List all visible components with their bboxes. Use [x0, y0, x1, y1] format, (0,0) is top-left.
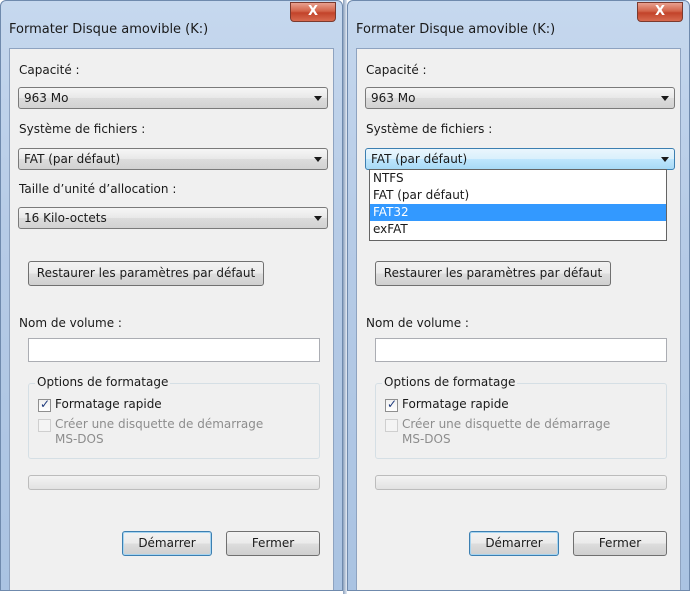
capacity-value: 963 Mo — [24, 91, 69, 105]
capacity-select[interactable]: 963 Mo — [365, 87, 675, 109]
chevron-down-icon — [314, 216, 322, 221]
capacity-label: Capacité : — [19, 63, 80, 77]
volume-name-input[interactable] — [375, 338, 667, 362]
format-progress-bar — [28, 475, 320, 490]
filesystem-dropdown-list[interactable]: NTFS FAT (par défaut) FAT32 exFAT — [369, 169, 667, 241]
filesystem-select[interactable]: FAT (par défaut) — [365, 148, 675, 170]
start-button[interactable]: Démarrer — [122, 531, 212, 556]
capacity-value: 963 Mo — [371, 91, 416, 105]
msdos-boot-checkbox — [38, 419, 51, 432]
chevron-down-icon — [661, 96, 669, 101]
chevron-down-icon — [661, 157, 669, 162]
start-button[interactable]: Démarrer — [469, 531, 559, 556]
restore-defaults-button[interactable]: Restaurer les paramètres par défaut — [375, 261, 611, 286]
format-options-group: Options de formatage Formatage rapide Cr… — [375, 375, 667, 459]
format-dialog-right: Formater Disque amovible (K:) X Capacité… — [347, 0, 690, 591]
title-bar[interactable]: Formater Disque amovible (K:) X — [1, 1, 342, 41]
close-button[interactable]: Fermer — [573, 531, 667, 556]
allocation-unit-label: Taille d’unité d’allocation : — [19, 182, 177, 196]
format-options-group: Options de formatage Formatage rapide Cr… — [28, 375, 320, 459]
chevron-down-icon — [314, 96, 322, 101]
capacity-select[interactable]: 963 Mo — [18, 87, 328, 109]
volume-name-label: Nom de volume : — [366, 316, 469, 330]
format-progress-bar — [375, 475, 667, 490]
volume-name-label: Nom de volume : — [19, 316, 122, 330]
window-close-button[interactable]: X — [637, 2, 683, 22]
restore-defaults-button[interactable]: Restaurer les paramètres par défaut — [28, 261, 264, 286]
format-options-legend: Options de formatage — [35, 375, 171, 389]
format-options-legend: Options de formatage — [382, 375, 518, 389]
close-icon: X — [307, 4, 319, 19]
title-bar[interactable]: Formater Disque amovible (K:) X — [348, 1, 689, 41]
quick-format-checkbox[interactable] — [385, 397, 398, 412]
filesystem-select[interactable]: FAT (par défaut) — [18, 148, 328, 170]
msdos-boot-label-line2: MS-DOS — [55, 432, 104, 446]
quick-format-checkbox[interactable] — [38, 397, 51, 412]
volume-name-input[interactable] — [28, 338, 320, 362]
filesystem-label: Système de fichiers : — [19, 122, 146, 136]
close-button[interactable]: Fermer — [226, 531, 320, 556]
dialog-body: Capacité : 963 Mo Système de fichiers : … — [356, 48, 681, 590]
filesystem-option-exfat[interactable]: exFAT — [370, 221, 666, 238]
msdos-boot-checkbox — [385, 419, 398, 432]
close-icon: X — [654, 4, 666, 19]
window-close-button[interactable]: X — [290, 2, 336, 22]
window-title: Formater Disque amovible (K:) — [356, 22, 556, 37]
filesystem-option-fat[interactable]: FAT (par défaut) — [370, 187, 666, 204]
format-dialog-left: Formater Disque amovible (K:) X Capacité… — [0, 0, 343, 591]
filesystem-option-fat32[interactable]: FAT32 — [370, 204, 666, 221]
quick-format-label: Formatage rapide — [55, 397, 162, 411]
msdos-boot-label-line2: MS-DOS — [402, 432, 451, 446]
filesystem-value: FAT (par défaut) — [24, 152, 121, 166]
capacity-label: Capacité : — [366, 63, 427, 77]
filesystem-value: FAT (par défaut) — [371, 152, 468, 166]
quick-format-label: Formatage rapide — [402, 397, 509, 411]
window-title: Formater Disque amovible (K:) — [9, 22, 209, 37]
dialog-body: Capacité : 963 Mo Système de fichiers : … — [9, 48, 334, 590]
msdos-boot-label-line1: Créer une disquette de démarrage — [402, 417, 611, 431]
msdos-boot-label-line1: Créer une disquette de démarrage — [55, 417, 264, 431]
allocation-unit-value: 16 Kilo-octets — [24, 211, 107, 225]
chevron-down-icon — [314, 157, 322, 162]
filesystem-option-ntfs[interactable]: NTFS — [370, 170, 666, 187]
allocation-unit-select[interactable]: 16 Kilo-octets — [18, 207, 328, 229]
filesystem-label: Système de fichiers : — [366, 122, 493, 136]
